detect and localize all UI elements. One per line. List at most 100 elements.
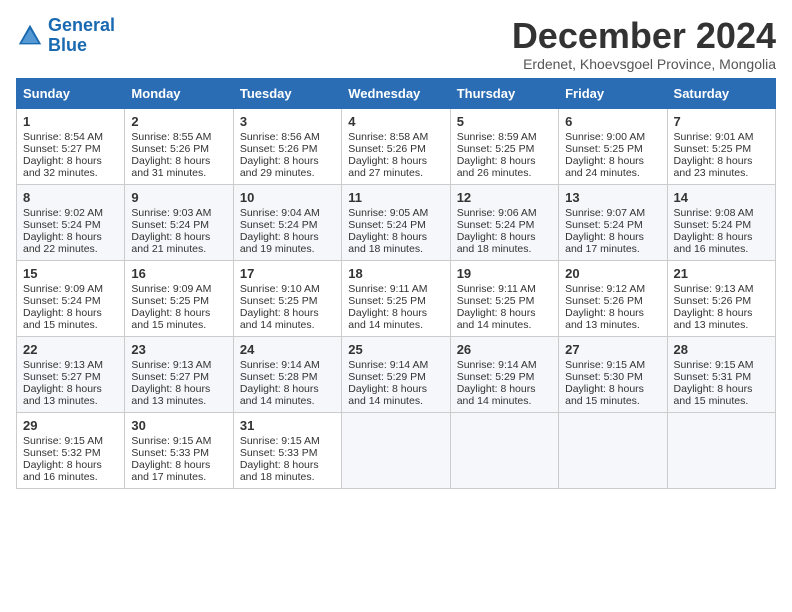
sunrise-line: Sunrise: 8:56 AM [240, 131, 335, 143]
calendar-cell: 5Sunrise: 8:59 AMSunset: 5:25 PMDaylight… [450, 108, 558, 184]
sunset-line: Sunset: 5:26 PM [565, 295, 660, 307]
sunrise-line: Sunrise: 9:13 AM [23, 359, 118, 371]
daylight-line: Daylight: 8 hours and 27 minutes. [348, 155, 443, 179]
sunrise-line: Sunrise: 9:14 AM [457, 359, 552, 371]
day-number: 31 [240, 418, 335, 433]
daylight-line: Daylight: 8 hours and 18 minutes. [457, 231, 552, 255]
sunrise-line: Sunrise: 9:07 AM [565, 207, 660, 219]
sunset-line: Sunset: 5:29 PM [457, 371, 552, 383]
sunrise-line: Sunrise: 9:15 AM [565, 359, 660, 371]
daylight-line: Daylight: 8 hours and 15 minutes. [131, 307, 226, 331]
calendar-cell: 22Sunrise: 9:13 AMSunset: 5:27 PMDayligh… [17, 336, 125, 412]
sunrise-line: Sunrise: 9:15 AM [23, 435, 118, 447]
sunset-line: Sunset: 5:25 PM [457, 295, 552, 307]
day-number: 11 [348, 190, 443, 205]
sunset-line: Sunset: 5:33 PM [240, 447, 335, 459]
sunset-line: Sunset: 5:25 PM [674, 143, 769, 155]
week-row-1: 1Sunrise: 8:54 AMSunset: 5:27 PMDaylight… [17, 108, 776, 184]
calendar-cell: 3Sunrise: 8:56 AMSunset: 5:26 PMDaylight… [233, 108, 341, 184]
logo-line2: Blue [48, 36, 115, 56]
title-area: December 2024 Erdenet, Khoevsgoel Provin… [512, 16, 776, 72]
sunset-line: Sunset: 5:25 PM [131, 295, 226, 307]
calendar-cell: 7Sunrise: 9:01 AMSunset: 5:25 PMDaylight… [667, 108, 775, 184]
day-number: 2 [131, 114, 226, 129]
day-number: 30 [131, 418, 226, 433]
sunrise-line: Sunrise: 9:13 AM [131, 359, 226, 371]
daylight-line: Daylight: 8 hours and 24 minutes. [565, 155, 660, 179]
day-header-monday: Monday [125, 78, 233, 108]
daylight-line: Daylight: 8 hours and 18 minutes. [240, 459, 335, 483]
calendar-cell: 2Sunrise: 8:55 AMSunset: 5:26 PMDaylight… [125, 108, 233, 184]
calendar-cell: 6 Sunrise: 9:00 AMSunset: 5:25 PMDaylight… [559, 108, 667, 184]
week-row-5: 29Sunrise: 9:15 AMSunset: 5:32 PMDayligh… [17, 412, 776, 488]
calendar-cell [450, 412, 558, 488]
calendar-cell: 12Sunrise: 9:06 AMSunset: 5:24 PMDayligh… [450, 184, 558, 260]
sunrise-line: Sunrise: 9:14 AM [240, 359, 335, 371]
calendar-cell: 20Sunrise: 9:12 AMSunset: 5:26 PMDayligh… [559, 260, 667, 336]
calendar-cell [667, 412, 775, 488]
sunset-line: Sunset: 5:24 PM [240, 219, 335, 231]
sunset-line: Sunset: 5:25 PM [457, 143, 552, 155]
day-number: 21 [674, 266, 769, 281]
sunset-line: Sunset: 5:31 PM [674, 371, 769, 383]
sunset-line: Sunset: 5:32 PM [23, 447, 118, 459]
sunset-line: Sunset: 5:25 PM [240, 295, 335, 307]
sunrise-line: Sunrise: 9:05 AM [348, 207, 443, 219]
day-header-friday: Friday [559, 78, 667, 108]
sunset-line: Sunset: 5:33 PM [131, 447, 226, 459]
day-number: 27 [565, 342, 660, 357]
day-number: 6 [565, 114, 660, 129]
day-number: 1 [23, 114, 118, 129]
logo-icon [16, 22, 44, 50]
day-number: 3 [240, 114, 335, 129]
sunrise-line: Sunrise: 9:15 AM [674, 359, 769, 371]
daylight-line: Daylight: 8 hours and 19 minutes. [240, 231, 335, 255]
sunset-line: Sunset: 5:27 PM [23, 371, 118, 383]
sunset-line: Sunset: 5:26 PM [348, 143, 443, 155]
sunrise-line: Sunrise: 9:03 AM [131, 207, 226, 219]
sunset-line: Sunset: 5:27 PM [131, 371, 226, 383]
daylight-line: Daylight: 8 hours and 15 minutes. [565, 383, 660, 407]
daylight-line: Daylight: 8 hours and 29 minutes. [240, 155, 335, 179]
week-row-2: 8Sunrise: 9:02 AMSunset: 5:24 PMDaylight… [17, 184, 776, 260]
sunset-line: Sunset: 5:24 PM [348, 219, 443, 231]
sunset-line: Sunset: 5:27 PM [23, 143, 118, 155]
calendar-cell [342, 412, 450, 488]
calendar-cell [559, 412, 667, 488]
day-header-wednesday: Wednesday [342, 78, 450, 108]
day-number: 25 [348, 342, 443, 357]
sunrise-line: Sunrise: 9:01 AM [674, 131, 769, 143]
sunset-line: Sunset: 5:26 PM [131, 143, 226, 155]
daylight-line: Daylight: 8 hours and 16 minutes. [674, 231, 769, 255]
day-number: 28 [674, 342, 769, 357]
day-number: 26 [457, 342, 552, 357]
calendar-cell: 28Sunrise: 9:15 AMSunset: 5:31 PMDayligh… [667, 336, 775, 412]
calendar-header-row: SundayMondayTuesdayWednesdayThursdayFrid… [17, 78, 776, 108]
month-title: December 2024 [512, 16, 776, 56]
week-row-4: 22Sunrise: 9:13 AMSunset: 5:27 PMDayligh… [17, 336, 776, 412]
week-row-3: 15Sunrise: 9:09 AMSunset: 5:24 PMDayligh… [17, 260, 776, 336]
day-number: 14 [674, 190, 769, 205]
sunset-line: Sunset: 5:24 PM [565, 219, 660, 231]
daylight-line: Daylight: 8 hours and 14 minutes. [240, 307, 335, 331]
sunrise-line: Sunrise: 8:58 AM [348, 131, 443, 143]
calendar-cell: 23Sunrise: 9:13 AMSunset: 5:27 PMDayligh… [125, 336, 233, 412]
day-header-thursday: Thursday [450, 78, 558, 108]
calendar-cell: 13Sunrise: 9:07 AMSunset: 5:24 PMDayligh… [559, 184, 667, 260]
calendar-cell: 25Sunrise: 9:14 AMSunset: 5:29 PMDayligh… [342, 336, 450, 412]
calendar-cell: 15Sunrise: 9:09 AMSunset: 5:24 PMDayligh… [17, 260, 125, 336]
sunset-line: Sunset: 5:24 PM [674, 219, 769, 231]
sunrise-line: Sunrise: 9:00 AM [565, 131, 660, 143]
sunset-line: Sunset: 5:26 PM [674, 295, 769, 307]
sunrise-line: Sunrise: 9:13 AM [674, 283, 769, 295]
calendar-table: SundayMondayTuesdayWednesdayThursdayFrid… [16, 78, 776, 489]
sunset-line: Sunset: 5:25 PM [565, 143, 660, 155]
day-number: 7 [674, 114, 769, 129]
calendar-cell: 14Sunrise: 9:08 AMSunset: 5:24 PMDayligh… [667, 184, 775, 260]
sunrise-line: Sunrise: 8:55 AM [131, 131, 226, 143]
calendar-cell: 30Sunrise: 9:15 AMSunset: 5:33 PMDayligh… [125, 412, 233, 488]
sunrise-line: Sunrise: 9:06 AM [457, 207, 552, 219]
day-number: 19 [457, 266, 552, 281]
sunrise-line: Sunrise: 9:12 AM [565, 283, 660, 295]
daylight-line: Daylight: 8 hours and 14 minutes. [348, 307, 443, 331]
